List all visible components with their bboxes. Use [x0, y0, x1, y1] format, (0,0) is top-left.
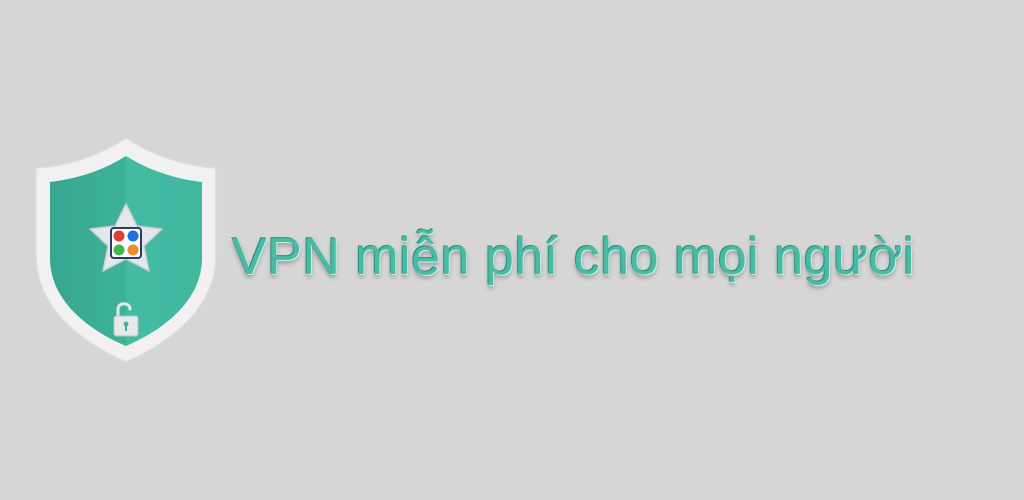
- shield-icon: [35, 137, 217, 363]
- tagline-heading: VPN miễn phí cho mọi người: [232, 228, 916, 286]
- red-dot-icon: [113, 230, 125, 242]
- green-dot-icon: [113, 244, 125, 256]
- orange-dot-icon: [127, 244, 139, 256]
- blue-dot-icon: [127, 230, 139, 242]
- shield-logo-icon: [34, 136, 218, 364]
